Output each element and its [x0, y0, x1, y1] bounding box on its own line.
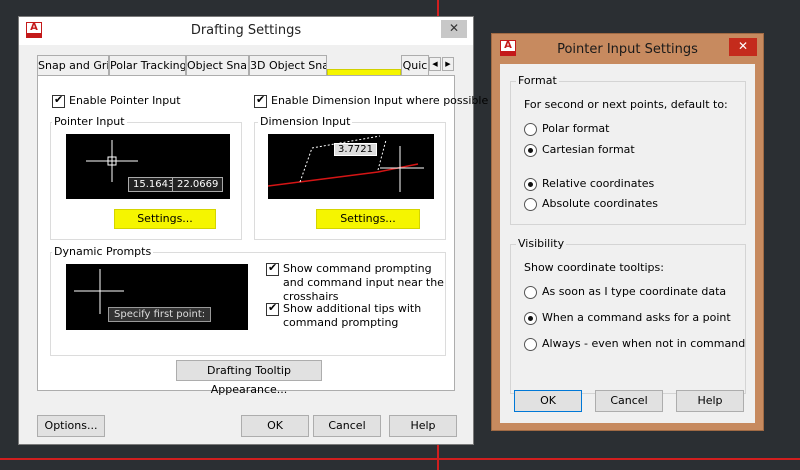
dimension-input-settings-button[interactable]: Settings... [316, 209, 420, 229]
polar-format-dot[interactable] [524, 123, 537, 136]
always-label: Always - even when not in command [542, 337, 746, 350]
enable-dimension-input-label: Enable Dimension Input where possible [271, 94, 489, 107]
options-button[interactable]: Options... [37, 415, 105, 437]
triangle-right-icon[interactable]: ▶ [442, 57, 454, 71]
pointer-settings-cancel-button[interactable]: Cancel [595, 390, 663, 412]
tab-quick-properties[interactable]: Quic [401, 55, 429, 76]
show-additional-tips-box[interactable] [266, 301, 279, 316]
close-icon[interactable]: ✕ [729, 38, 757, 56]
show-additional-tips-label: Show additional tips with command prompt… [283, 302, 422, 329]
help-button[interactable]: Help [389, 415, 457, 437]
dimension-input-group-label: Dimension Input [258, 115, 353, 128]
dialog-title: Drafting Settings [190, 23, 302, 38]
enable-pointer-input-box[interactable] [52, 93, 65, 108]
pointer-input-group-label: Pointer Input [52, 115, 127, 128]
cancel-button[interactable]: Cancel [313, 415, 381, 437]
visibility-description: Show coordinate tooltips: [524, 261, 664, 274]
absolute-coordinates-label: Absolute coordinates [542, 197, 658, 210]
enable-pointer-input-label: Enable Pointer Input [69, 94, 181, 107]
relative-coordinates-dot[interactable] [524, 178, 537, 191]
show-command-prompting-box[interactable] [266, 261, 279, 276]
pointer-settings-title: Pointer Input Settings [557, 42, 698, 57]
always-dot[interactable] [524, 338, 537, 351]
triangle-left-icon[interactable]: ◀ [429, 57, 441, 71]
as-soon-as-typed-label: As soon as I type coordinate data [542, 285, 727, 298]
dynamic-prompts-group-label: Dynamic Prompts [52, 245, 154, 258]
tab-3d-object-snap[interactable]: 3D Object Snap [249, 55, 327, 76]
enable-dimension-input-box[interactable] [254, 93, 267, 108]
as-soon-as-typed-dot[interactable] [524, 286, 537, 299]
absolute-coordinates-dot[interactable] [524, 198, 537, 211]
pointer-settings-ok-button[interactable]: OK [514, 390, 582, 412]
tab-snap-and-grid[interactable]: Snap and Grid [37, 55, 109, 76]
ok-button[interactable]: OK [241, 415, 309, 437]
prompt-tooltip: Specify first point: [108, 307, 212, 322]
dimension-input-preview: 3.7721 [268, 134, 434, 199]
visibility-group-label: Visibility [516, 237, 567, 250]
format-description: For second or next points, default to: [524, 98, 728, 111]
pointer-settings-titlebar[interactable]: A Pointer Input Settings ✕ [492, 34, 763, 64]
background-red-line-horizontal [0, 458, 800, 460]
format-group-label: Format [516, 74, 559, 87]
cartesian-format-label: Cartesian format [542, 143, 635, 156]
when-command-asks-dot[interactable] [524, 312, 537, 325]
when-command-asks-label: When a command asks for a point [542, 311, 731, 324]
tab-object-snap[interactable]: Object Snap [186, 55, 249, 76]
relative-coordinates-label: Relative coordinates [542, 177, 655, 190]
dynamic-prompts-preview: Specify first point: [66, 264, 248, 330]
pointer-input-settings-button[interactable]: Settings... [114, 209, 216, 229]
tab-polar-tracking[interactable]: Polar Tracking [109, 55, 186, 76]
pointer-input-preview: 15.1643 22.0669 [66, 134, 230, 199]
cartesian-format-dot[interactable] [524, 144, 537, 157]
drafting-settings-dialog: A Drafting Settings ✕ Snap and Grid Pola… [18, 16, 488, 445]
dimension-value: 3.7721 [334, 143, 377, 156]
drafting-titlebar[interactable]: A Drafting Settings ✕ [19, 17, 473, 45]
polar-format-label: Polar format [542, 122, 610, 135]
pointer-settings-help-button[interactable]: Help [676, 390, 744, 412]
drafting-tooltip-appearance-button[interactable]: Drafting Tooltip Appearance... [176, 360, 322, 396]
show-command-prompting-label: Show command prompting and command input… [283, 262, 444, 303]
pointer-input-settings-dialog: A Pointer Input Settings ✕ Format For se… [491, 33, 764, 431]
close-icon[interactable]: ✕ [441, 20, 467, 38]
dynamic-input-panel: Enable Pointer Input Enable Dimension In… [37, 75, 488, 396]
pointer-coord-y: 22.0669 [172, 177, 224, 192]
pointer-settings-body: Format For second or next points, defaul… [500, 64, 755, 423]
